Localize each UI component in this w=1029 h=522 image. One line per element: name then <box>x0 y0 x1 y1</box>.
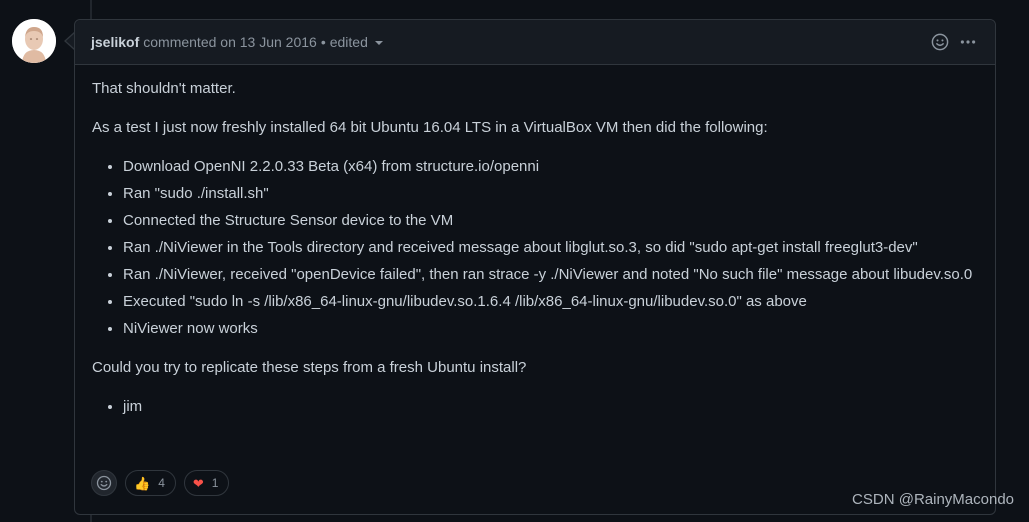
list-item: Ran ./NiViewer, received "openDevice fai… <box>123 263 978 286</box>
meta-separator: • <box>320 34 326 50</box>
list-item: Connected the Structure Sensor device to… <box>123 209 978 232</box>
comment-author[interactable]: jselikof <box>91 34 139 50</box>
list-item: Ran "sudo ./install.sh" <box>123 182 978 205</box>
reaction-count: 4 <box>158 476 165 490</box>
kebab-horizontal-icon <box>960 40 976 44</box>
list-item: Download OpenNI 2.2.0.33 Beta (x64) from… <box>123 155 978 178</box>
question-paragraph: Could you try to replicate these steps f… <box>92 359 527 376</box>
comment-body: That shouldn't matter. As a test I just … <box>75 65 995 418</box>
add-reaction-button[interactable] <box>931 33 949 51</box>
reaction-heart[interactable]: ❤ 1 <box>183 470 230 496</box>
intro-paragraph: That shouldn't matter. <box>92 80 236 97</box>
reaction-thumbs-up[interactable]: 👍 4 <box>125 470 176 496</box>
comment-header: jselikof commented on 13 Jun 2016 • edit… <box>75 20 995 65</box>
edited-label: edited <box>329 34 368 50</box>
more-options-button[interactable] <box>959 33 977 51</box>
watermark: CSDN @RainyMacondo <box>852 491 1014 508</box>
signature: jim <box>123 395 978 418</box>
comment: jselikof commented on 13 Jun 2016 • edit… <box>74 19 996 515</box>
list-item: NiViewer now works <box>123 317 978 340</box>
smiley-icon <box>931 33 949 51</box>
test-intro-paragraph: As a test I just now freshly installed 6… <box>92 119 768 136</box>
steps-list: Download OpenNI 2.2.0.33 Beta (x64) from… <box>92 155 978 340</box>
signature-list: jim <box>92 395 978 418</box>
reactions-bar: 👍 4 ❤ 1 <box>91 470 230 496</box>
thumbs-up-icon: 👍 <box>134 475 151 491</box>
reaction-count: 1 <box>211 476 219 490</box>
edited-dropdown[interactable]: edited <box>330 34 383 50</box>
avatar[interactable] <box>12 19 56 63</box>
chevron-down-icon <box>374 41 383 45</box>
list-item: Executed "sudo ln -s /lib/x86_64-linux-g… <box>123 290 978 313</box>
add-reaction-button[interactable] <box>91 470 117 496</box>
avatar-image <box>12 19 56 63</box>
smiley-icon <box>96 475 112 491</box>
comment-actions <box>931 20 977 64</box>
list-item: Ran ./NiViewer in the Tools directory an… <box>123 236 978 259</box>
heart-icon: ❤ <box>192 475 204 491</box>
comment-timestamp[interactable]: commented on 13 Jun 2016 <box>143 34 317 50</box>
